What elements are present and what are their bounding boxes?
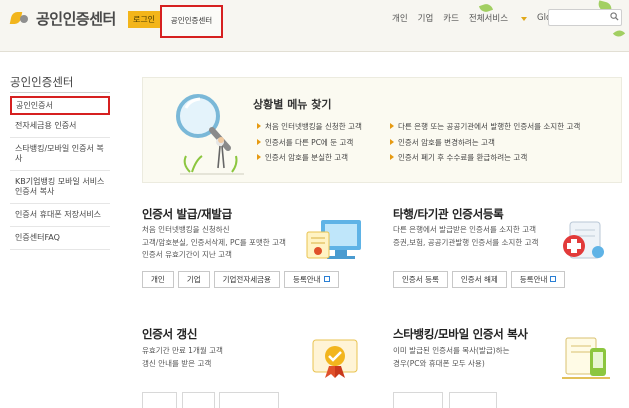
search-icon[interactable]: [610, 12, 619, 21]
sidebar-item-starbanking-copy[interactable]: 스타뱅킹/모바일 인증서 복사: [10, 138, 110, 171]
section-desc-register: 다른 은행에서 발급받은 인증서를 소지한 고객 증권,보험, 공공기관발행 인…: [393, 225, 539, 247]
magnifier-illustration: [176, 94, 244, 175]
renew-button-stub[interactable]: [219, 392, 279, 408]
certificate-issue-illustration: [306, 220, 361, 259]
copy-button-stub[interactable]: [449, 392, 497, 408]
unregister-certificate-button[interactable]: 인증서 해제: [451, 271, 507, 288]
tip-link-lost-password[interactable]: 인증서 암호를 분실한 고객: [257, 152, 348, 163]
nav-all-services[interactable]: 전체서비스: [469, 12, 528, 24]
renew-button-stub[interactable]: [182, 392, 215, 408]
nav-personal[interactable]: 개인: [392, 12, 408, 24]
sidebar-item-kb-business-copy[interactable]: KB기업뱅킹 모바일 서비스 인증서 복사: [10, 171, 110, 204]
copy-button-stub[interactable]: [393, 392, 443, 408]
sidebar-menu: 공인인증서 전자세금용 인증서 스타뱅킹/모바일 인증서 복사 KB기업뱅킹 모…: [10, 96, 110, 250]
certificate-register-illustration: [563, 221, 604, 259]
tip-link-other-bank-certificate[interactable]: 다른 은행 또는 공공기관에서 발행한 인증서를 소지한 고객: [390, 121, 580, 132]
section-title-register: 타행/타기관 인증서등록: [393, 207, 504, 221]
tip-link-first-internet-banking[interactable]: 처음 인터넷뱅킹을 신청한 고객: [257, 121, 362, 132]
renew-button-stub[interactable]: [142, 392, 177, 408]
login-button[interactable]: 로그인: [128, 11, 160, 28]
certificate-renew-illustration: [312, 339, 358, 378]
sidebar-item-faq[interactable]: 인증센터FAQ: [10, 227, 110, 250]
sidebar-item-e-tax-certificate[interactable]: 전자세금용 인증서: [10, 115, 110, 138]
tip-link-change-password[interactable]: 인증서 암호를 변경하려는 고객: [390, 137, 495, 148]
external-link-icon: [323, 276, 330, 282]
nav-business[interactable]: 기업: [418, 12, 434, 24]
nav-card[interactable]: 카드: [443, 12, 459, 24]
banner-title: 상황별 메뉴 찾기: [253, 98, 332, 111]
tip-link-refund-fee[interactable]: 인증서 폐기 후 수수료를 환급하려는 고객: [390, 152, 527, 163]
tab-certificate-center[interactable]: 공인인증센터: [160, 5, 223, 38]
section-desc-issue: 처음 인터넷뱅킹을 신청하신 고객/암호분실, 인증서삭제, PC를 포맷한 고…: [142, 225, 286, 259]
certificate-copy-illustration: [562, 337, 610, 379]
issue-registration-guide-button[interactable]: 등록안내: [283, 271, 339, 288]
chevron-down-icon: [521, 16, 528, 21]
sidebar-item-phone-storage[interactable]: 인증서 휴대폰 저장서비스: [10, 204, 110, 227]
section-title-copy: 스타뱅킹/모바일 인증서 복사: [393, 327, 528, 341]
sidebar-title: 공인인증센터: [10, 75, 74, 89]
external-link-icon: [550, 276, 557, 282]
logo-text: 공인인증센터: [36, 9, 116, 28]
section-title-renew: 인증서 갱신: [142, 327, 198, 341]
issue-business-button[interactable]: 기업: [177, 271, 210, 288]
section-title-issue: 인증서 발급/재발급: [142, 207, 232, 221]
divider: [10, 92, 110, 93]
section-desc-copy: 이미 발급된 인증서를 복사(발급)하는 경우(PC와 휴대폰 모두 사용): [393, 346, 510, 368]
sidebar-item-certificate[interactable]: 공인인증서: [10, 96, 110, 115]
tip-link-other-pc[interactable]: 인증서를 다른 PC에 둔 고객: [257, 137, 353, 148]
issue-button-row: 개인 기업 기업전자세금용 등록안내: [142, 271, 343, 288]
register-guide-button[interactable]: 등록안내: [510, 271, 566, 288]
register-certificate-button[interactable]: 인증서 등록: [393, 271, 448, 288]
issue-business-e-tax-button[interactable]: 기업전자세금용: [213, 271, 280, 288]
kb-logo[interactable]: 공인인증센터: [9, 8, 116, 28]
register-button-row: 인증서 등록 인증서 해제 등록안내: [393, 271, 569, 288]
issue-personal-button[interactable]: 개인: [142, 271, 174, 288]
section-desc-renew: 유효기간 만료 1개월 고객 갱신 안내를 받은 고객: [142, 346, 223, 368]
leaf-decoration: [612, 27, 626, 40]
kb-logo-icon: [9, 10, 32, 26]
